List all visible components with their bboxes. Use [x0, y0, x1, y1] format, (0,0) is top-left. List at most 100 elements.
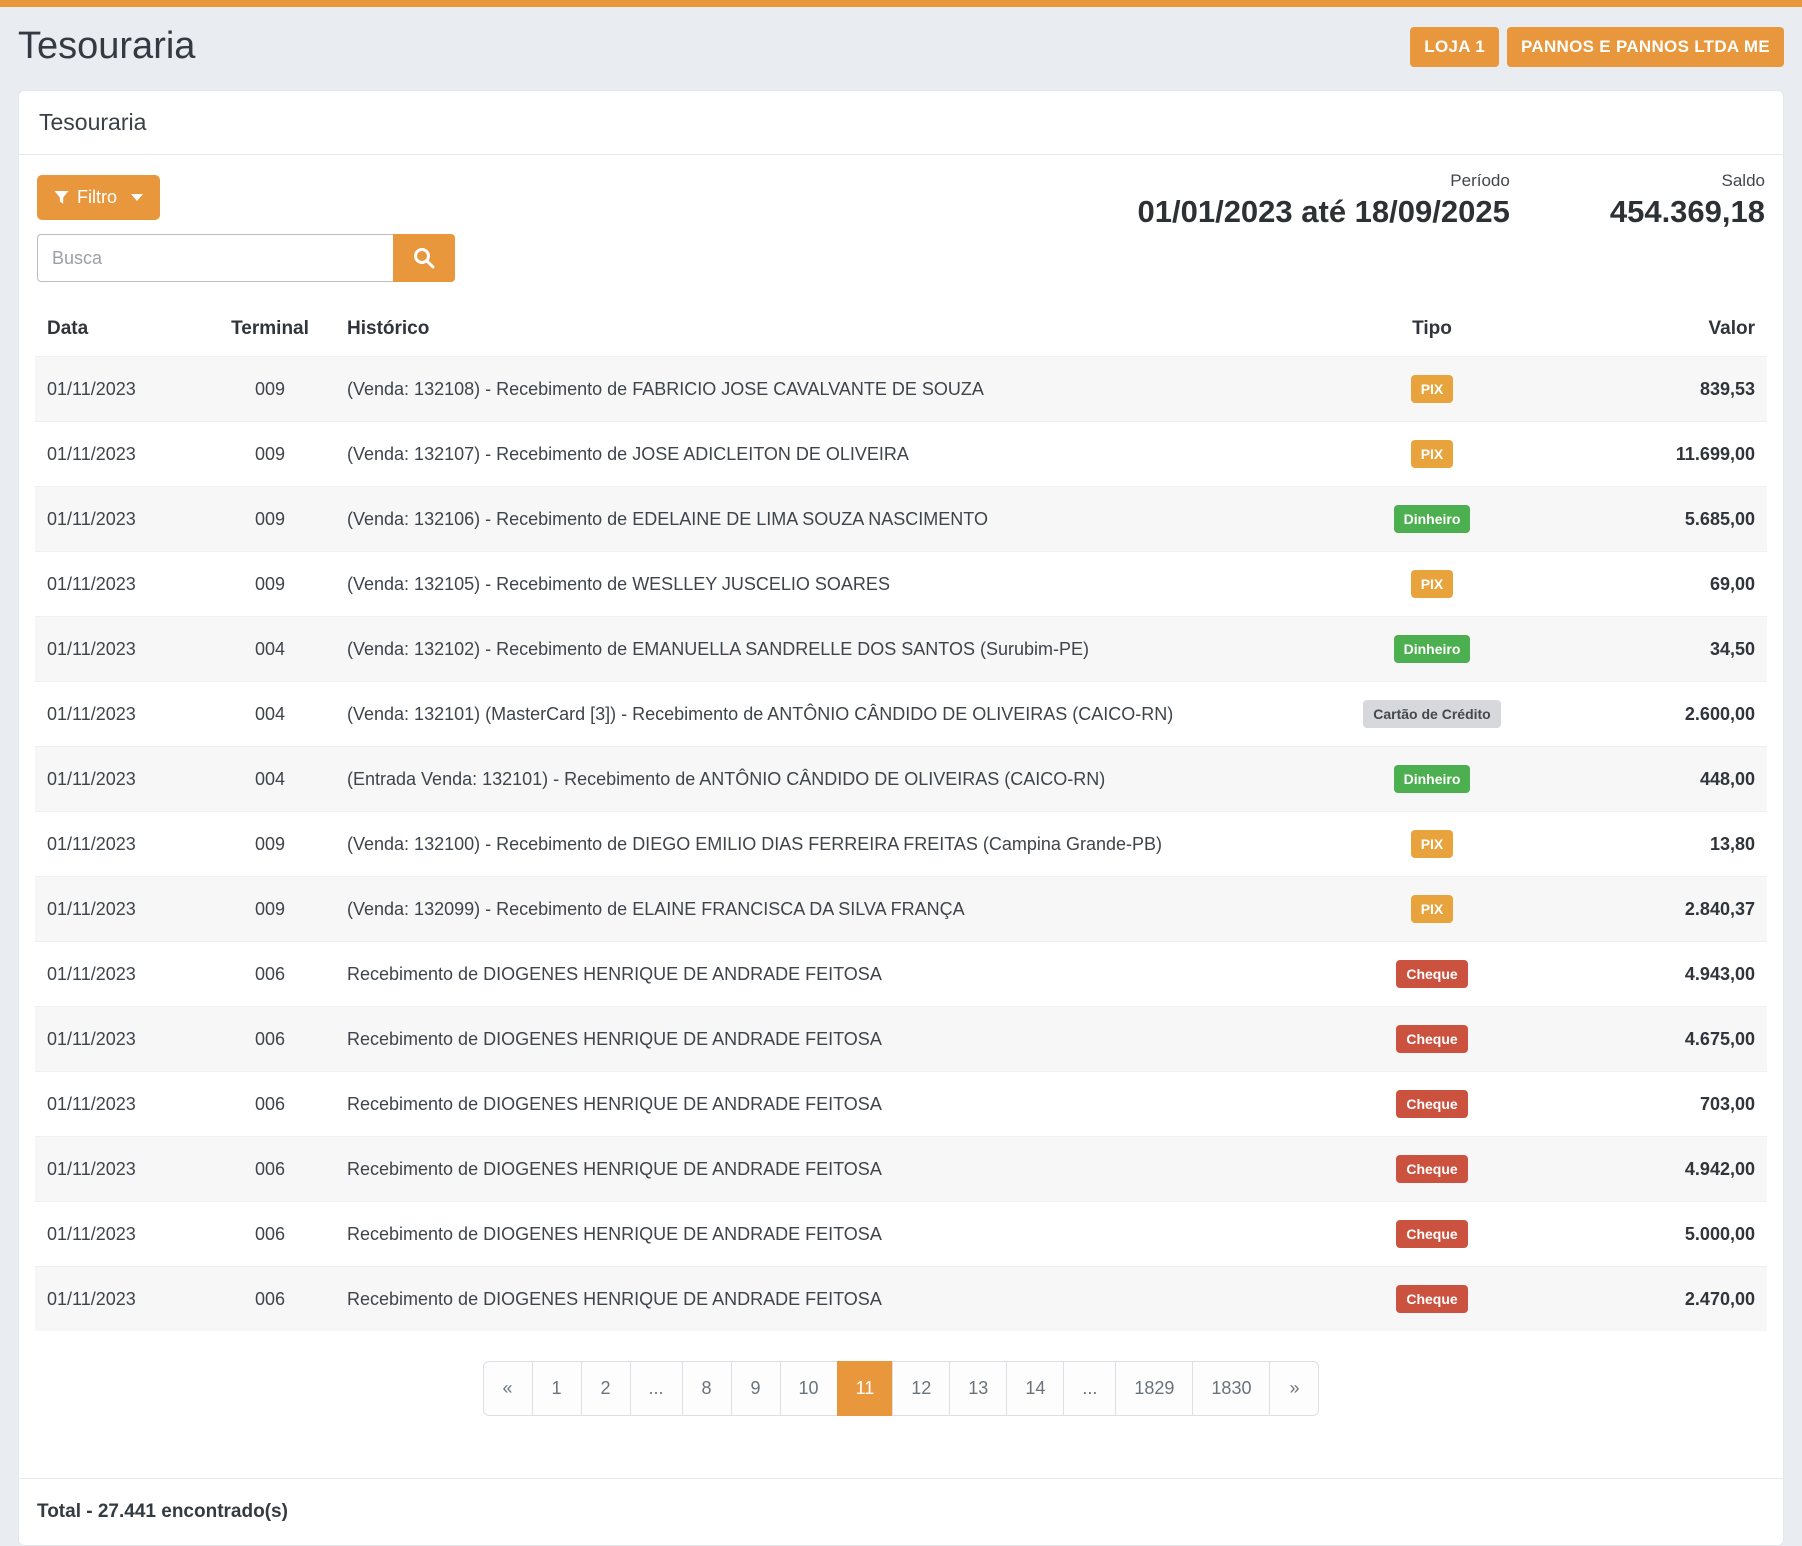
pagination-page-12[interactable]: 12	[892, 1361, 950, 1416]
cell-data: 01/11/2023	[35, 747, 205, 812]
cell-historico: (Venda: 132102) - Recebimento de EMANUEL…	[335, 617, 1307, 682]
card-title: Tesouraria	[19, 91, 1783, 155]
cell-valor: 839,53	[1557, 357, 1767, 422]
cell-data: 01/11/2023	[35, 877, 205, 942]
cell-terminal: 006	[205, 942, 335, 1007]
pagination-page-11[interactable]: 11	[837, 1361, 894, 1416]
cell-valor: 4.675,00	[1557, 1007, 1767, 1072]
cell-historico: (Venda: 132100) - Recebimento de DIEGO E…	[335, 812, 1307, 877]
cell-tipo: PIX	[1307, 812, 1557, 877]
cell-tipo: PIX	[1307, 552, 1557, 617]
cell-tipo: Cartão de Crédito	[1307, 682, 1557, 747]
pagination-page-10[interactable]: 10	[780, 1361, 838, 1416]
cell-terminal: 009	[205, 422, 335, 487]
page-header: Tesouraria LOJA 1 PANNOS E PANNOS LTDA M…	[0, 7, 1802, 90]
cell-valor: 69,00	[1557, 552, 1767, 617]
col-header-historico: Histórico	[335, 308, 1307, 357]
tipo-badge-pix: PIX	[1411, 375, 1454, 403]
table-row: 01/11/2023006Recebimento de DIOGENES HEN…	[35, 942, 1767, 1007]
cell-terminal: 006	[205, 1007, 335, 1072]
col-header-valor: Valor	[1557, 308, 1767, 357]
pagination: «12...891011121314...18291830»	[483, 1361, 1320, 1416]
cell-tipo: Dinheiro	[1307, 747, 1557, 812]
cell-tipo: Cheque	[1307, 1072, 1557, 1137]
cell-historico: Recebimento de DIOGENES HENRIQUE DE ANDR…	[335, 1007, 1307, 1072]
search-icon	[412, 246, 436, 270]
cell-historico: (Entrada Venda: 132101) - Recebimento de…	[335, 747, 1307, 812]
cell-valor: 448,00	[1557, 747, 1767, 812]
cell-terminal: 009	[205, 487, 335, 552]
cell-historico: (Venda: 132106) - Recebimento de EDELAIN…	[335, 487, 1307, 552]
pagination-page-1[interactable]: 1	[532, 1361, 582, 1416]
cell-terminal: 009	[205, 877, 335, 942]
cell-valor: 4.942,00	[1557, 1137, 1767, 1202]
search-group	[37, 234, 1765, 282]
cell-valor: 703,00	[1557, 1072, 1767, 1137]
cell-valor: 2.840,37	[1557, 877, 1767, 942]
cell-terminal: 006	[205, 1202, 335, 1267]
table-row: 01/11/2023009(Venda: 132105) - Recebimen…	[35, 552, 1767, 617]
table-row: 01/11/2023009(Venda: 132099) - Recebimen…	[35, 877, 1767, 942]
table-row: 01/11/2023009(Venda: 132106) - Recebimen…	[35, 487, 1767, 552]
cell-terminal: 009	[205, 812, 335, 877]
pagination-page-2[interactable]: 2	[581, 1361, 631, 1416]
cell-terminal: 009	[205, 552, 335, 617]
table-row: 01/11/2023006Recebimento de DIOGENES HEN…	[35, 1202, 1767, 1267]
cell-terminal: 004	[205, 747, 335, 812]
transactions-table-wrap: Data Terminal Histórico Tipo Valor 01/11…	[19, 308, 1783, 1331]
tipo-badge-cheque: Cheque	[1396, 1090, 1467, 1118]
tipo-badge-pix: PIX	[1411, 570, 1454, 598]
cell-terminal: 009	[205, 357, 335, 422]
cell-data: 01/11/2023	[35, 1267, 205, 1332]
chevron-down-icon	[131, 194, 143, 201]
cell-historico: Recebimento de DIOGENES HENRIQUE DE ANDR…	[335, 942, 1307, 1007]
pagination-page-1830[interactable]: 1830	[1192, 1361, 1270, 1416]
toolbar: Filtro Período 01/01/2023 até 18/09/2025	[19, 155, 1783, 308]
cell-terminal: 006	[205, 1267, 335, 1332]
pagination-prev[interactable]: «	[483, 1361, 533, 1416]
tipo-badge-dinheiro: Dinheiro	[1394, 765, 1471, 793]
cell-data: 01/11/2023	[35, 1137, 205, 1202]
tipo-badge-cheque: Cheque	[1396, 960, 1467, 988]
pagination-page-1829[interactable]: 1829	[1115, 1361, 1193, 1416]
pagination-next[interactable]: »	[1269, 1361, 1319, 1416]
filter-button[interactable]: Filtro	[37, 175, 160, 220]
cell-tipo: Cheque	[1307, 1202, 1557, 1267]
cell-historico: (Venda: 132105) - Recebimento de WESLLEY…	[335, 552, 1307, 617]
table-row: 01/11/2023009(Venda: 132107) - Recebimen…	[35, 422, 1767, 487]
pagination-page-14[interactable]: 14	[1006, 1361, 1064, 1416]
search-button[interactable]	[393, 234, 455, 282]
cell-terminal: 006	[205, 1072, 335, 1137]
cell-data: 01/11/2023	[35, 812, 205, 877]
pagination-page-13[interactable]: 13	[949, 1361, 1007, 1416]
cell-valor: 34,50	[1557, 617, 1767, 682]
tipo-badge-dinheiro: Dinheiro	[1394, 505, 1471, 533]
cell-valor: 2.600,00	[1557, 682, 1767, 747]
table-row: 01/11/2023004(Venda: 132102) - Recebimen…	[35, 617, 1767, 682]
pagination-page-8[interactable]: 8	[682, 1361, 732, 1416]
pagination-page-9[interactable]: 9	[731, 1361, 781, 1416]
cell-terminal: 006	[205, 1137, 335, 1202]
pagination-ellipsis: ...	[1063, 1361, 1116, 1416]
cell-data: 01/11/2023	[35, 422, 205, 487]
cell-tipo: PIX	[1307, 877, 1557, 942]
company-button[interactable]: PANNOS E PANNOS LTDA ME	[1507, 27, 1784, 67]
table-body: 01/11/2023009(Venda: 132108) - Recebimen…	[35, 357, 1767, 1332]
cell-historico: Recebimento de DIOGENES HENRIQUE DE ANDR…	[335, 1267, 1307, 1332]
table-row: 01/11/2023006Recebimento de DIOGENES HEN…	[35, 1072, 1767, 1137]
cell-data: 01/11/2023	[35, 942, 205, 1007]
table-row: 01/11/2023004(Entrada Venda: 132101) - R…	[35, 747, 1767, 812]
cell-tipo: Cheque	[1307, 1267, 1557, 1332]
cell-tipo: Cheque	[1307, 1007, 1557, 1072]
tipo-badge-pix: PIX	[1411, 440, 1454, 468]
transactions-table: Data Terminal Histórico Tipo Valor 01/11…	[35, 308, 1767, 1331]
cell-valor: 5.000,00	[1557, 1202, 1767, 1267]
tipo-badge-dinheiro: Dinheiro	[1394, 635, 1471, 663]
cell-tipo: Dinheiro	[1307, 487, 1557, 552]
filter-button-label: Filtro	[77, 187, 117, 208]
store-button[interactable]: LOJA 1	[1410, 27, 1499, 67]
table-header-row: Data Terminal Histórico Tipo Valor	[35, 308, 1767, 357]
total-count: Total - 27.441 encontrado(s)	[19, 1478, 1783, 1545]
summary-stats: Período 01/01/2023 até 18/09/2025 Saldo …	[1138, 171, 1766, 230]
search-input[interactable]	[37, 234, 393, 282]
